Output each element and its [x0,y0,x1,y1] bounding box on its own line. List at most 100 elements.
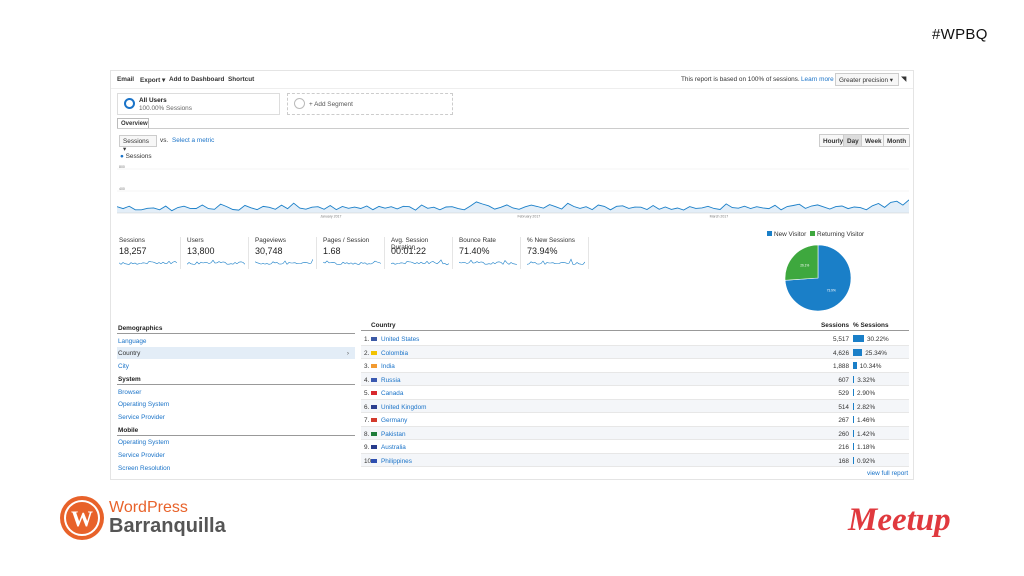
legend-new-visitor: New Visitor [774,231,807,238]
row-index: 4. [364,376,370,384]
granularity-week[interactable]: Week [861,134,886,147]
view-full-report-link[interactable]: view full report [867,470,908,477]
scorecard-value: 18,257 [119,246,147,256]
scorecard[interactable]: Sessions 18,257 [117,237,181,269]
shortcut-button[interactable]: Shortcut [228,76,254,83]
table-row[interactable]: 8. Pakistan 260 1.42% [361,426,909,440]
table-row[interactable]: 1. United States 5,517 30.22% [361,332,909,346]
scorecard-sparkline [119,260,177,265]
menu-item[interactable]: Service Provider [117,449,355,461]
pct-value: 2.82% [857,403,876,411]
country-header: Country [371,322,396,329]
granularity-day[interactable]: Day [843,134,863,147]
learn-more-link[interactable]: Learn more [801,76,834,83]
country-link[interactable]: Australia [381,444,406,451]
menu-item[interactable]: City [117,360,355,372]
flag-icon [371,337,377,341]
export-button[interactable]: Export ▾ [140,76,165,84]
row-index: 8. [364,430,370,438]
share-bar [853,456,854,464]
share-bar [853,348,863,356]
table-row[interactable]: 9. Australia 216 1.18% [361,440,909,454]
menu-item[interactable]: Operating System [117,398,355,410]
scorecard-sparkline [459,259,517,265]
country-link[interactable]: United States [381,336,419,343]
row-index: 3. [364,363,370,370]
scorecard-value: 71.40% [459,246,490,256]
row-index: 2. [364,349,370,357]
share-bar [853,429,854,437]
row-index: 5. [364,390,370,397]
scorecard-sparkline [187,259,245,265]
country-link[interactable]: India [381,363,395,370]
country-link[interactable]: Russia [381,377,401,384]
select-metric-link[interactable]: Select a metric [172,137,214,144]
sessions-value: 1,888 [833,363,849,370]
scorecard-sparkline [391,259,449,266]
add-segment-button[interactable]: + Add Segment [287,93,453,115]
scorecard[interactable]: Users 13,800 [185,237,249,269]
menu-item[interactable]: Browser [117,386,355,398]
barranquilla-wordmark: Barranquilla [109,515,226,537]
add-segment-label: + Add Segment [309,101,353,108]
table-row[interactable]: 10. Philippines 168 0.92% [361,453,909,467]
menu-item[interactable]: Country [117,347,355,360]
table-row[interactable]: 6. United Kingdom 514 2.82% [361,399,909,413]
flag-icon [371,364,377,368]
x-tick-label: March 2017 [710,215,729,219]
segment-all-users[interactable]: All Users 100.00% Sessions [117,93,280,115]
scorecard[interactable]: Bounce Rate 71.40% [457,237,521,269]
sessions-value: 260 [838,430,849,438]
pie-slice-label: 73.9% [827,288,836,292]
scorecard-value: 1.68 [323,246,341,256]
table-row[interactable]: 2. Colombia 4,626 25.34% [361,345,909,359]
country-link[interactable]: Canada [381,390,403,397]
flag-icon [371,445,377,449]
table-row[interactable]: 7. Germany 267 1.46% [361,413,909,427]
country-link[interactable]: Germany [381,417,407,424]
metric-select[interactable]: Sessions ▾ [119,135,157,153]
scorecard-label: Pages / Session [323,237,370,244]
country-table-header: Country Sessions % Sessions [361,322,909,331]
scorecard[interactable]: Avg. Session Duration 00:01:22 [389,237,453,269]
wordpress-logo-icon: W [60,496,104,540]
sampling-icon[interactable]: ◥ [901,75,906,83]
segment-circle-icon [124,98,135,109]
scorecard[interactable]: Pages / Session 1.68 [321,237,385,269]
scorecard-sparkline [527,258,585,265]
menu-item[interactable]: Screen Resolution [117,462,355,474]
country-link[interactable]: United Kingdom [381,404,426,411]
scorecard-label: % New Sessions [527,237,575,244]
table-row[interactable]: 4. Russia 607 3.32% [361,372,909,386]
email-button[interactable]: Email [117,76,134,83]
country-link[interactable]: Colombia [381,350,408,357]
meetup-wordmark: Meetup [847,502,951,538]
row-index: 7. [364,417,370,424]
menu-item[interactable]: Operating System [117,436,355,448]
vs-label: vs. [160,137,169,144]
precision-select[interactable]: Greater precision ▾ [835,73,899,86]
x-tick-label: February 2017 [517,215,540,219]
menu-item[interactable]: Service Provider [117,411,355,423]
menu-item[interactable]: Language [117,335,355,347]
scorecard[interactable]: % New Sessions 73.94% [525,237,589,269]
legend-returning-visitor: Returning Visitor [817,231,865,238]
sessions-value: 514 [838,403,849,411]
scorecard-label: Users [187,237,204,244]
row-index: 9. [364,444,370,451]
scorecard[interactable]: Pageviews 30,748 [253,237,317,269]
sessions-header: Sessions [821,322,850,329]
flag-icon [371,404,377,409]
table-row[interactable]: 3. India 1,888 10.34% [361,359,909,373]
country-link[interactable]: Pakistan [381,431,406,438]
pie-legend-new: New Visitor [767,231,806,238]
row-index: 6. [364,403,370,411]
report-note: This report is based on 100% of sessions… [681,76,800,83]
table-row[interactable]: 5. Canada 529 2.90% [361,386,909,400]
share-bar [853,389,855,396]
granularity-month[interactable]: Month [883,134,911,147]
sessions-value: 5,517 [833,336,849,343]
share-bar [853,362,857,369]
country-link[interactable]: Philippines [381,458,412,465]
add-to-dashboard-button[interactable]: Add to Dashboard [169,76,224,83]
